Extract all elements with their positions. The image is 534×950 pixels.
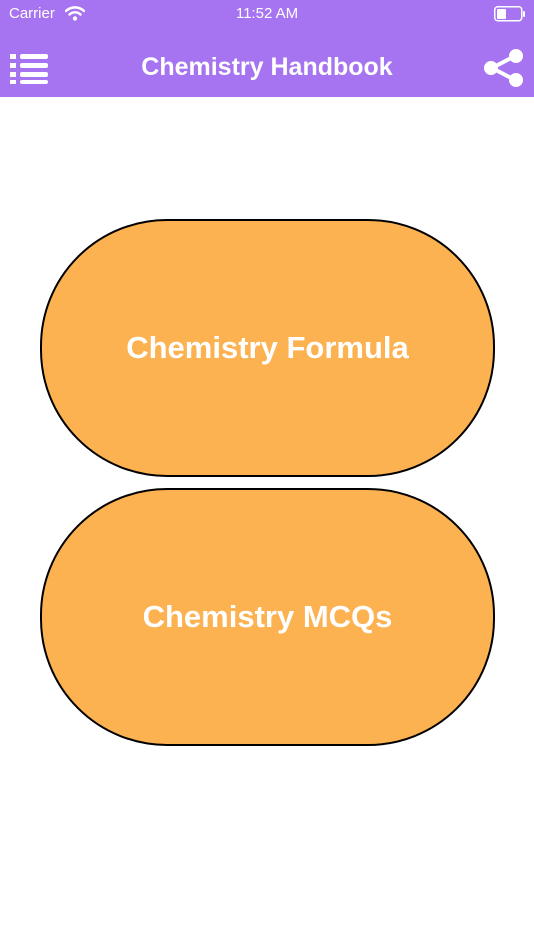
navigation-bar: Chemistry Handbook <box>0 40 534 97</box>
page-title: Chemistry Handbook <box>141 53 393 81</box>
share-icon <box>484 49 523 87</box>
share-button[interactable] <box>482 47 526 89</box>
chemistry-mcqs-label: Chemistry MCQs <box>142 599 393 634</box>
battery-icon <box>494 6 525 22</box>
status-bar: Carrier 11:52 AM <box>0 0 534 28</box>
chemistry-mcqs-button[interactable]: Chemistry MCQs <box>40 488 495 746</box>
chemistry-formula-button[interactable]: Chemistry Formula <box>40 219 495 477</box>
top-bar: Carrier 11:52 AM Chemistry Handbook <box>0 0 534 97</box>
status-time: 11:52 AM <box>235 5 299 22</box>
chemistry-formula-label: Chemistry Formula <box>126 330 409 365</box>
